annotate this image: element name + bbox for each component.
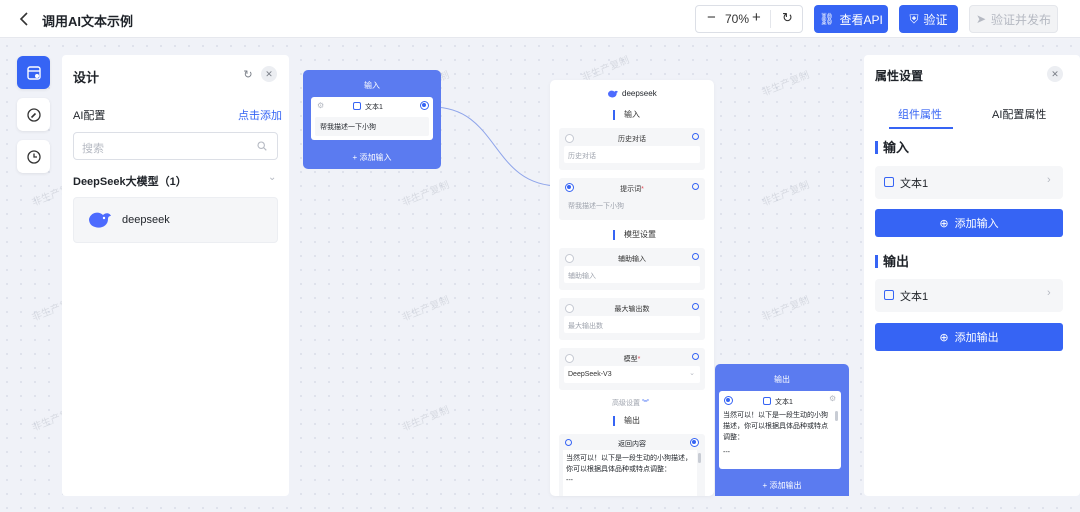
aux-input[interactable]: 辅助输入 [564,266,700,283]
tab-component-properties[interactable]: 组件属性 [898,106,942,122]
help-icon[interactable] [692,253,699,260]
output-field-radio[interactable] [724,396,733,405]
add-output-node-label: 添加输出 [769,481,802,490]
input-field-value[interactable]: 帮我描述一下小狗 [315,117,429,136]
chevron-right-icon: › [1047,287,1051,299]
return-param[interactable]: 返回内容 当然可以！以下是一段生动的小狗描述，你可以根据具体品种或特点调整： -… [559,434,705,496]
aux-input-param[interactable]: 辅助输入 辅助输入 [559,248,705,290]
model-param[interactable]: 模型* DeepSeek-V3 ⌄ [559,348,705,390]
output-item[interactable]: 文本1 › [875,279,1063,312]
add-input-button[interactable]: ⊕ 添加输入 [875,209,1063,237]
plus-circle-icon: ⊕ [939,217,949,230]
model-select-value: DeepSeek-V3 [568,371,612,378]
chevron-down-icon: ⌄ [689,370,695,377]
output-heading: 输出 [875,255,909,268]
aux-label: 辅助输入 [618,256,646,263]
active-tab-indicator [889,127,953,129]
add-output-node-button[interactable]: + 添加输出 [715,480,849,491]
add-input-node-label: 添加输入 [359,153,392,162]
max-output-input[interactable]: 最大输出数 [564,316,700,333]
output-text: 当然可以！以下是一段生动的小狗描述，你可以根据具体品种或特点调整： [723,412,828,441]
plus-circle-icon: ⊕ [939,331,949,344]
text-field-icon [763,397,771,405]
history-input[interactable]: 历史对话 [564,146,700,163]
output-text-more: --- [723,449,730,456]
return-text: 当然可以！以下是一段生动的小狗描述，你可以根据具体品种或特点调整： [566,455,692,473]
double-chevron-down-icon: ︾ [640,400,649,407]
return-label: 返回内容 [618,441,646,448]
input-node[interactable]: 输入 ⚙ 文本1 帮我描述一下小狗 + 添加输入 [303,70,441,169]
chevron-right-icon: › [1047,174,1051,186]
prompt-input[interactable]: 帮我描述一下小狗 [564,196,700,213]
input-node-title: 输入 [364,81,380,90]
model-select[interactable]: DeepSeek-V3 ⌄ [564,366,700,383]
output-item-label: 文本1 [900,291,929,303]
tab-ai-config-properties[interactable]: AI配置属性 [992,106,1046,122]
help-icon[interactable] [692,353,699,360]
advanced-settings-toggle[interactable]: 高级设置 ︾ [612,398,649,408]
input-heading: 输入 [875,141,909,154]
output-field-value[interactable]: 当然可以！以下是一段生动的小狗描述，你可以根据具体品种或特点调整： --- [723,410,833,458]
output-node-title: 输出 [774,375,790,384]
text-field-icon [353,102,361,110]
scrollbar[interactable] [835,411,838,421]
deepseek-node-title: deepseek [622,89,657,98]
add-input-label: 添加输入 [954,218,999,230]
help-icon[interactable] [692,183,699,190]
prompt-label-text: 提示词 [620,186,642,193]
output-node[interactable]: 输出 文本1 ⚙ 当然可以！以下是一段生动的小狗描述，你可以根据具体品种或特点调… [715,364,849,496]
return-radio[interactable] [690,438,699,447]
history-label: 历史对话 [618,136,646,143]
deepseek-whale-icon [608,90,618,98]
return-content[interactable]: 当然可以！以下是一段生动的小狗描述，你可以根据具体品种或特点调整： --- [563,450,697,496]
output-field-card[interactable]: 文本1 ⚙ 当然可以！以下是一段生动的小狗描述，你可以根据具体品种或特点调整： … [719,391,841,469]
history-param[interactable]: 历史对话 历史对话 [559,128,705,170]
model-settings-title: 模型设置 [613,230,656,240]
gear-icon[interactable]: ⚙ [829,394,836,403]
properties-panel: 属性设置 ✕ 组件属性 AI配置属性 输入 文本1 › ⊕ 添加输入 输出 文本1… [864,55,1080,496]
output-field-label: 文本1 [775,399,793,406]
input-item[interactable]: 文本1 › [875,166,1063,199]
add-output-label: 添加输出 [954,332,999,344]
prompt-label: 提示词* [559,184,705,194]
input-field-radio[interactable] [420,101,429,110]
text-field-icon [884,177,894,187]
max-output-param[interactable]: 最大输出数 最大输出数 [559,298,705,340]
max-output-label: 最大输出数 [614,306,650,313]
required-mark: * [637,356,641,363]
input-section-title: 输入 [613,110,640,120]
input-item-label: 文本1 [900,178,929,190]
close-icon[interactable]: ✕ [1047,66,1063,82]
prompt-param[interactable]: 提示词* 帮我描述一下小狗 [559,178,705,220]
deepseek-node[interactable]: deepseek 输入 历史对话 历史对话 提示词* 帮我描述一下小狗 模型设置… [550,80,714,496]
input-field-label: 文本1 [365,104,383,111]
add-output-button[interactable]: ⊕ 添加输出 [875,323,1063,351]
scrollbar[interactable] [698,453,701,463]
panel-title: 属性设置 [875,69,924,83]
text-field-icon [884,290,894,300]
add-input-node-button[interactable]: + 添加输入 [303,152,441,163]
help-icon[interactable] [692,303,699,310]
advanced-label: 高级设置 [612,400,640,407]
return-text-more: --- [566,477,573,484]
model-label: 模型* [559,354,705,364]
input-field-card[interactable]: ⚙ 文本1 帮我描述一下小狗 [311,97,433,140]
required-mark: * [641,186,644,193]
help-icon[interactable] [692,133,699,140]
output-section-title: 输出 [613,416,640,426]
gear-icon[interactable]: ⚙ [317,101,324,110]
model-label-text: 模型 [623,356,638,363]
